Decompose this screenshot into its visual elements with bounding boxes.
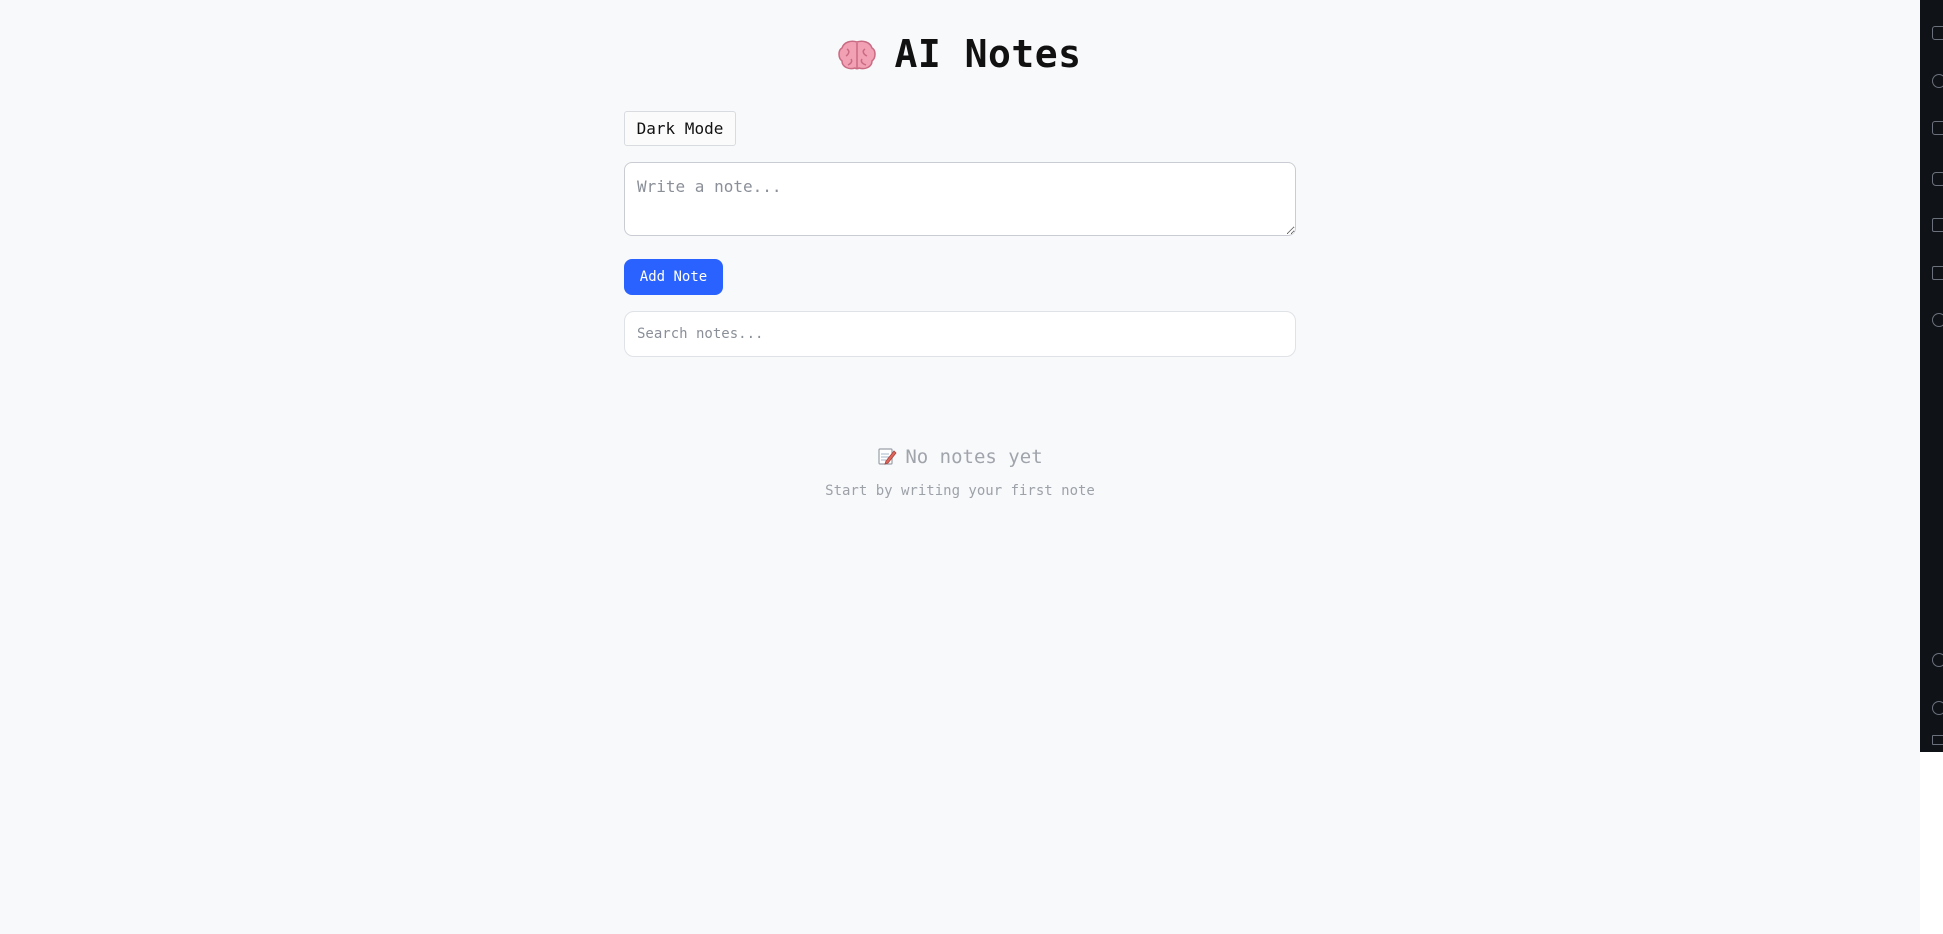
monitor-icon[interactable] <box>1932 218 1943 232</box>
remote-icon[interactable] <box>1932 735 1943 745</box>
bug-icon[interactable] <box>1932 172 1943 186</box>
stack-icon[interactable] <box>1932 121 1943 135</box>
info-icon[interactable] <box>1932 74 1943 88</box>
memo-icon <box>877 446 897 471</box>
note-input[interactable] <box>624 162 1296 236</box>
empty-state-title-text: No notes yet <box>905 446 1043 468</box>
search-input[interactable] <box>624 311 1296 357</box>
page-title-text: AI Notes <box>894 32 1082 76</box>
brain-icon <box>838 36 877 80</box>
empty-state-title: No notes yet <box>0 446 1920 471</box>
notes-app: AI Notes Dark Mode Add Note No notes yet… <box>0 0 1920 934</box>
page-title: AI Notes <box>0 32 1920 80</box>
gear-icon[interactable] <box>1932 701 1943 715</box>
editor-activity-bar <box>1920 0 1943 752</box>
empty-state-subtitle: Start by writing your first note <box>825 483 1095 499</box>
layout-icon[interactable] <box>1932 266 1943 280</box>
branch-icon[interactable] <box>1932 26 1943 40</box>
account-icon[interactable] <box>1932 653 1943 667</box>
dark-mode-button[interactable]: Dark Mode <box>624 111 736 146</box>
add-note-button[interactable]: Add Note <box>624 259 723 295</box>
info-icon[interactable] <box>1932 313 1943 327</box>
